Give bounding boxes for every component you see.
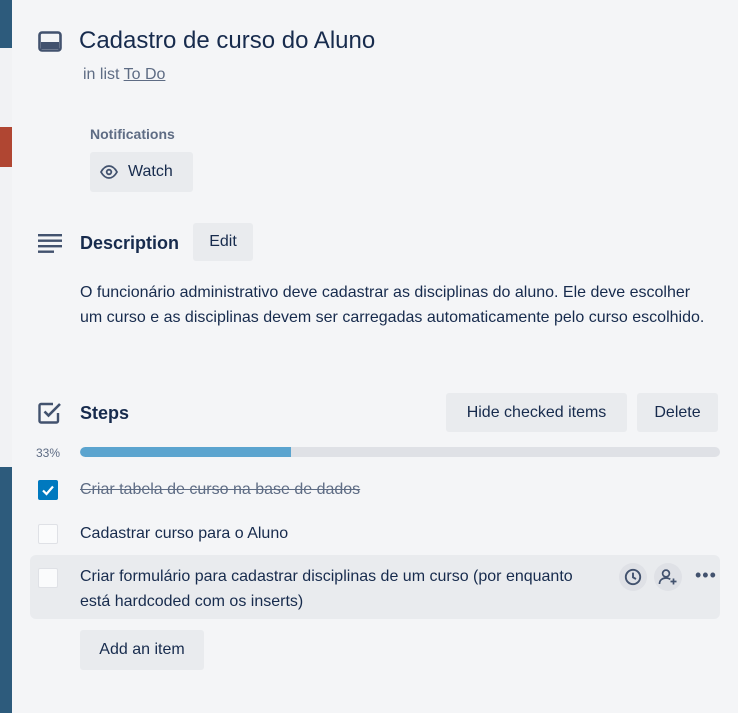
notifications-label: Notifications xyxy=(90,126,175,142)
list-prefix: in list xyxy=(83,66,120,83)
checklist-item-checkbox[interactable] xyxy=(38,568,58,588)
checklist-title[interactable]: Steps xyxy=(80,403,129,424)
progress-percentage: 33% xyxy=(36,446,61,460)
card-title[interactable]: Cadastro de curso do Aluno xyxy=(79,27,375,55)
card-detail-window: Cadastro de curso do Aluno in list To Do… xyxy=(12,0,738,713)
checklist-item-checkbox[interactable] xyxy=(38,524,58,544)
watch-button[interactable]: Watch xyxy=(90,152,193,192)
hide-checked-items-button[interactable]: Hide checked items xyxy=(446,393,627,432)
edit-description-button[interactable]: Edit xyxy=(193,223,253,261)
card-list-reference: in list To Do xyxy=(83,66,165,84)
description-lines-icon xyxy=(38,233,62,253)
progress-bar xyxy=(80,447,720,457)
list-link[interactable]: To Do xyxy=(124,66,166,83)
checkmark-icon xyxy=(42,485,54,496)
card-icon xyxy=(38,31,62,53)
more-dots-icon[interactable]: ••• xyxy=(695,565,717,586)
add-member-icon xyxy=(658,569,677,585)
checklist-item-text[interactable]: Cadastrar curso para o Aluno xyxy=(80,521,288,546)
clock-icon xyxy=(624,568,642,586)
due-date-button[interactable] xyxy=(619,563,647,591)
backdrop-label xyxy=(0,127,12,167)
board-backdrop xyxy=(0,0,12,713)
backdrop-list xyxy=(0,167,12,467)
backdrop-list xyxy=(0,48,12,127)
checklist-item[interactable]: Criar tabela de curso na base de dados xyxy=(30,475,720,505)
assign-member-button[interactable] xyxy=(654,563,682,591)
checklist-item-text[interactable]: Criar tabela de curso na base de dados xyxy=(80,477,360,502)
checklist-icon xyxy=(38,402,62,424)
checklist-item[interactable]: Cadastrar curso para o Aluno xyxy=(30,519,720,549)
description-text[interactable]: O funcionário administrativo deve cadast… xyxy=(80,280,710,330)
checklist-item[interactable]: Criar formulário para cadastrar discipli… xyxy=(30,555,720,619)
description-heading: Description xyxy=(80,233,180,253)
checklist-item-checkbox[interactable] xyxy=(38,480,58,500)
add-checklist-item-button[interactable]: Add an item xyxy=(80,630,204,670)
progress-bar-fill xyxy=(80,447,292,457)
delete-checklist-button[interactable]: Delete xyxy=(637,393,718,432)
watch-label: Watch xyxy=(128,163,173,180)
eye-icon xyxy=(100,165,118,179)
checklist-item-text[interactable]: Criar formulário para cadastrar discipli… xyxy=(80,564,600,614)
